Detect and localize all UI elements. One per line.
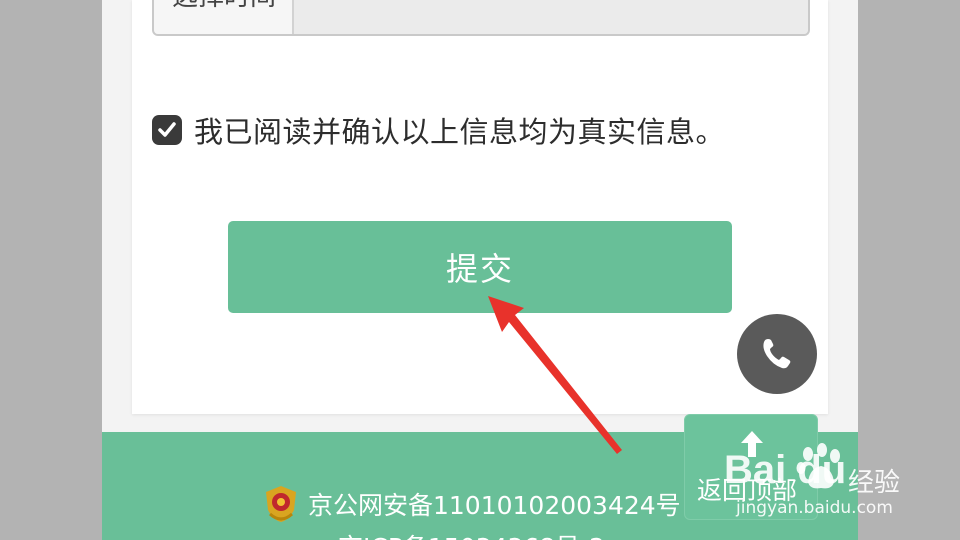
paw-icon xyxy=(796,443,840,489)
watermark-product: 经验 xyxy=(848,468,901,498)
time-field-label: 选择时间 xyxy=(154,0,294,34)
agree-checkbox[interactable] xyxy=(152,115,182,145)
baidu-jingyan-watermark: Bai du 经验 jingyan.baidu.com xyxy=(724,430,924,530)
police-record-text: 京公网安备11010102003424号 xyxy=(308,491,681,520)
watermark-url: jingyan.baidu.com xyxy=(736,498,893,518)
time-field-input[interactable] xyxy=(296,0,808,34)
submit-button[interactable]: 提交 xyxy=(228,221,732,313)
checkmark-icon xyxy=(158,122,176,137)
police-badge-icon xyxy=(266,486,296,522)
phone-icon xyxy=(763,339,791,369)
agree-row[interactable]: 我已阅读并确认以上信息均为真实信息。 xyxy=(152,108,725,152)
time-field-row[interactable]: 选择时间 xyxy=(152,0,810,36)
icp-record-text: 京ICP备15034368号-2 xyxy=(338,528,605,540)
call-button[interactable] xyxy=(737,314,817,394)
form-card: 选择时间 我已阅读并确认以上信息均为真实信息。 提交 xyxy=(132,0,828,414)
agree-text: 我已阅读并确认以上信息均为真实信息。 xyxy=(194,115,726,149)
police-record-line: 京公网安备11010102003424号 xyxy=(262,484,681,524)
